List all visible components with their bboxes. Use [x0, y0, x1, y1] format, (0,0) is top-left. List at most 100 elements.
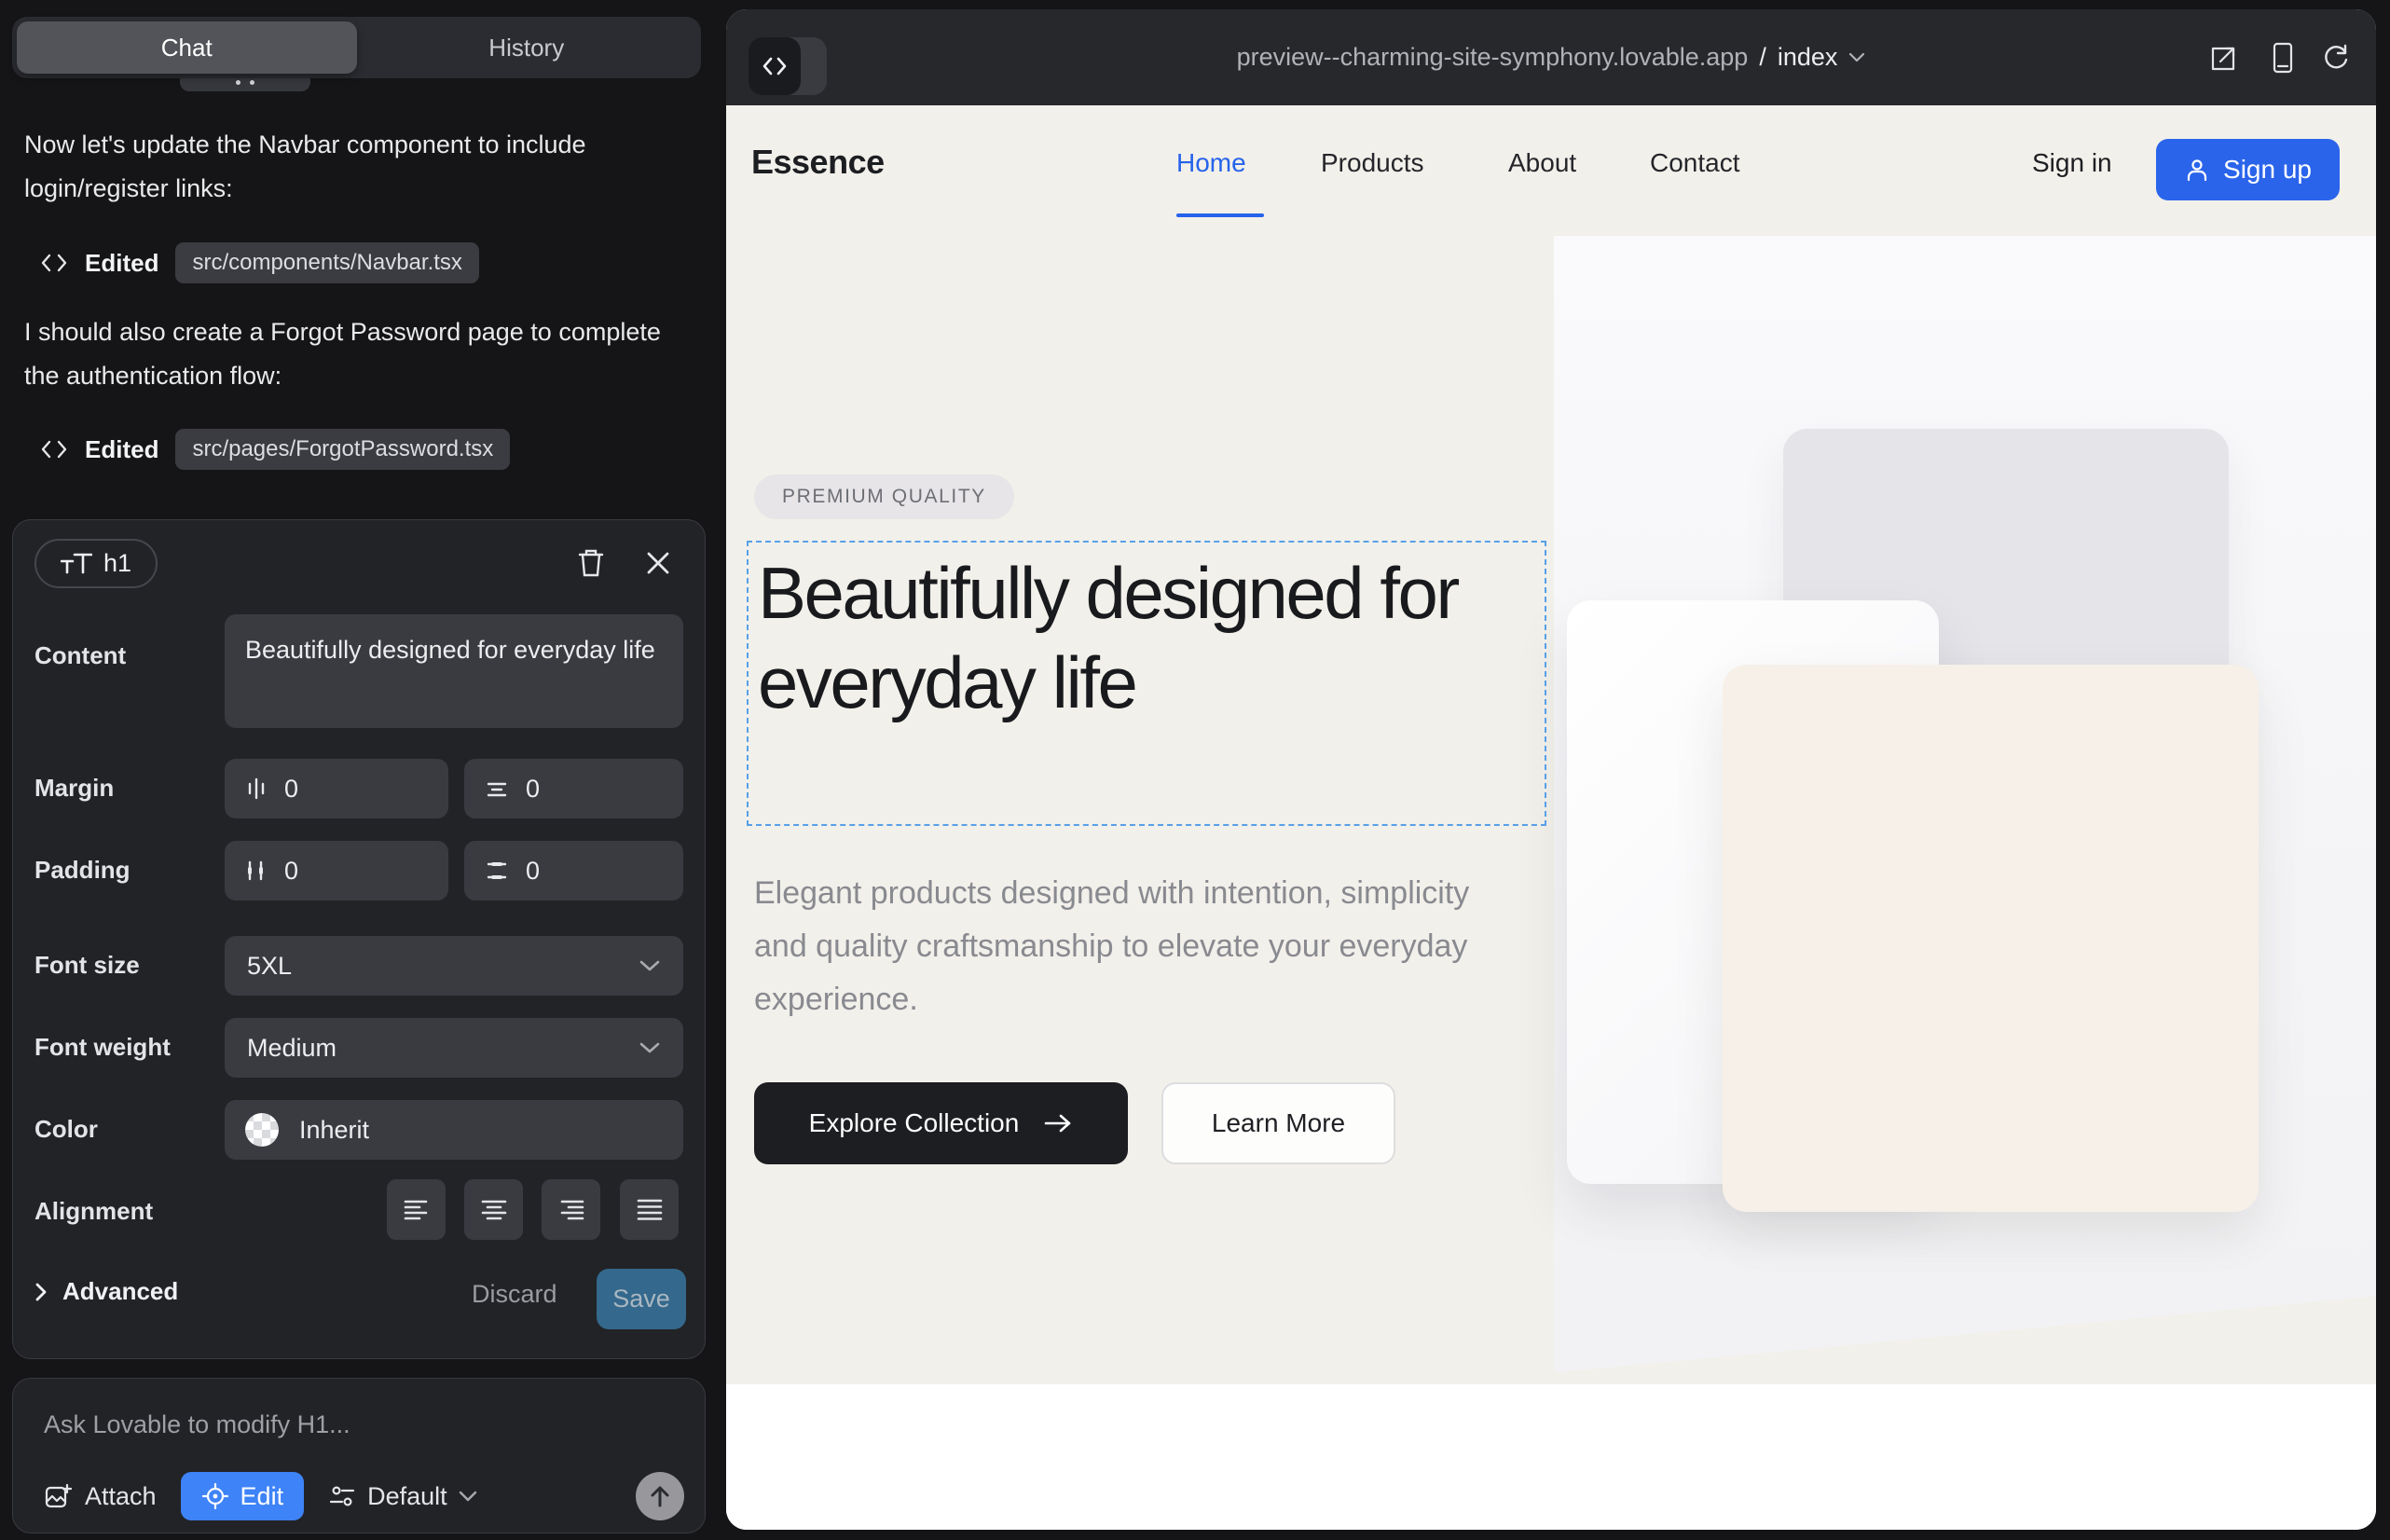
padding-horizontal-icon: [245, 859, 268, 883]
explore-collection-button[interactable]: Explore Collection: [754, 1082, 1128, 1164]
margin-x-input[interactable]: 0: [225, 759, 448, 818]
decor-card-beige: [1723, 665, 2259, 1212]
edited-file-row: Edited src/components/Navbar.tsx: [40, 241, 479, 285]
hero-heading[interactable]: Beautifully designed for everyday life: [758, 548, 1522, 727]
active-nav-underline: [1176, 213, 1264, 217]
tab-history[interactable]: History: [357, 21, 697, 74]
url-page: index: [1778, 43, 1838, 72]
font-size-value: 5XL: [247, 952, 292, 981]
composer-input[interactable]: [44, 1401, 678, 1448]
browser-chrome: preview--charming-site-symphony.lovable.…: [726, 9, 2376, 105]
nav-link-contact[interactable]: Contact: [1650, 148, 1740, 178]
url-host: preview--charming-site-symphony.lovable.…: [1237, 43, 1749, 72]
default-label: Default: [367, 1482, 447, 1511]
element-selection-outline: Beautifully designed for everyday life: [747, 541, 1546, 826]
font-size-label: Font size: [34, 951, 140, 980]
chat-panel: Chat History Now let's update the Navbar…: [0, 0, 726, 1540]
sliders-icon: [328, 1482, 356, 1510]
sign-in-link[interactable]: Sign in: [2032, 148, 2112, 178]
code-icon: [40, 437, 68, 461]
selected-element-tag: h1: [34, 539, 158, 588]
hero-description: Elegant products designed with intention…: [754, 867, 1509, 1026]
next-section-background: [726, 1384, 2376, 1530]
attach-image-icon: [44, 1482, 72, 1510]
file-chip[interactable]: src/components/Navbar.tsx: [175, 242, 478, 283]
edit-mode-button[interactable]: Edit: [181, 1472, 305, 1520]
color-value: Inherit: [299, 1116, 369, 1145]
margin-y-value: 0: [526, 775, 540, 804]
nav-link-products[interactable]: Products: [1321, 148, 1424, 178]
alignment-label: Alignment: [34, 1197, 153, 1226]
color-label: Color: [34, 1115, 98, 1144]
site-preview: Essence Home Products About Contact Sign…: [726, 105, 2376, 1530]
align-left-button[interactable]: [387, 1179, 446, 1240]
content-label: Content: [34, 641, 126, 670]
chevron-right-icon: [34, 1282, 48, 1302]
content-input[interactable]: Beautifully designed for everyday life: [225, 614, 683, 728]
save-button[interactable]: Save: [597, 1269, 686, 1329]
default-model-select[interactable]: Default: [328, 1482, 477, 1511]
chevron-down-icon: [459, 1491, 477, 1502]
align-justify-button[interactable]: [620, 1179, 679, 1240]
premium-quality-badge: PREMIUM QUALITY: [754, 474, 1014, 519]
dots-icon: [236, 80, 254, 91]
font-weight-label: Font weight: [34, 1033, 171, 1062]
color-select[interactable]: Inherit: [225, 1100, 683, 1160]
advanced-label: Advanced: [62, 1277, 178, 1306]
code-preview-toggle[interactable]: [749, 37, 827, 95]
padding-x-value: 0: [284, 857, 298, 886]
padding-y-value: 0: [526, 857, 540, 886]
open-in-new-tab-icon[interactable]: [2207, 41, 2241, 75]
edited-label: Edited: [85, 249, 158, 278]
sign-up-button[interactable]: Sign up: [2156, 139, 2340, 200]
padding-label: Padding: [34, 856, 130, 885]
margin-y-input[interactable]: 0: [464, 759, 683, 818]
target-icon: [201, 1482, 229, 1510]
user-icon: [2184, 157, 2210, 183]
edit-label: Edit: [240, 1482, 284, 1511]
align-right-button[interactable]: [542, 1179, 600, 1240]
tag-name: h1: [103, 549, 131, 578]
color-swatch-icon: [245, 1113, 279, 1147]
refresh-icon[interactable]: [2319, 41, 2353, 75]
padding-vertical-icon: [485, 859, 509, 882]
nav-link-about[interactable]: About: [1508, 148, 1576, 178]
delete-element-button[interactable]: [572, 544, 610, 582]
send-button[interactable]: [636, 1472, 684, 1520]
margin-x-value: 0: [284, 775, 298, 804]
discard-button[interactable]: Discard: [472, 1280, 557, 1309]
edited-label: Edited: [85, 435, 158, 464]
chat-composer: Attach Edit: [12, 1378, 706, 1533]
tab-chat[interactable]: Chat: [17, 21, 357, 74]
advanced-toggle[interactable]: Advanced: [34, 1277, 178, 1306]
font-size-select[interactable]: 5XL: [225, 936, 683, 996]
preview-browser: preview--charming-site-symphony.lovable.…: [726, 9, 2376, 1530]
align-center-button[interactable]: [464, 1179, 523, 1240]
learn-more-button[interactable]: Learn More: [1161, 1082, 1395, 1164]
close-icon[interactable]: [639, 544, 677, 582]
element-editor-panel: h1 Content Beautifully designed for ever…: [12, 519, 706, 1359]
url-bar[interactable]: preview--charming-site-symphony.lovable.…: [726, 9, 2376, 105]
chat-history-tabbar: Chat History: [12, 17, 701, 78]
heading-type-icon: [61, 552, 92, 576]
edited-file-row: Edited src/pages/ForgotPassword.tsx: [40, 427, 510, 472]
font-weight-value: Medium: [247, 1034, 337, 1063]
mobile-view-icon[interactable]: [2266, 41, 2300, 75]
url-separator: /: [1759, 43, 1766, 72]
composer-toolbar: Attach Edit: [44, 1472, 684, 1520]
padding-x-input[interactable]: 0: [225, 841, 448, 901]
site-logo[interactable]: Essence: [751, 143, 885, 182]
chevron-down-icon: [639, 959, 661, 972]
attach-button[interactable]: Attach: [44, 1482, 157, 1511]
chevron-down-icon: [1848, 52, 1865, 62]
assistant-message: Now let's update the Navbar component to…: [24, 123, 677, 211]
file-chip[interactable]: src/pages/ForgotPassword.tsx: [175, 429, 510, 470]
font-weight-select[interactable]: Medium: [225, 1018, 683, 1078]
nav-link-home[interactable]: Home: [1176, 148, 1246, 178]
attach-label: Attach: [85, 1482, 157, 1511]
code-icon: [749, 37, 801, 95]
padding-y-input[interactable]: 0: [464, 841, 683, 901]
sign-up-label: Sign up: [2223, 155, 2312, 185]
assistant-message: I should also create a Forgot Password p…: [24, 310, 677, 398]
explore-collection-label: Explore Collection: [809, 1108, 1020, 1138]
